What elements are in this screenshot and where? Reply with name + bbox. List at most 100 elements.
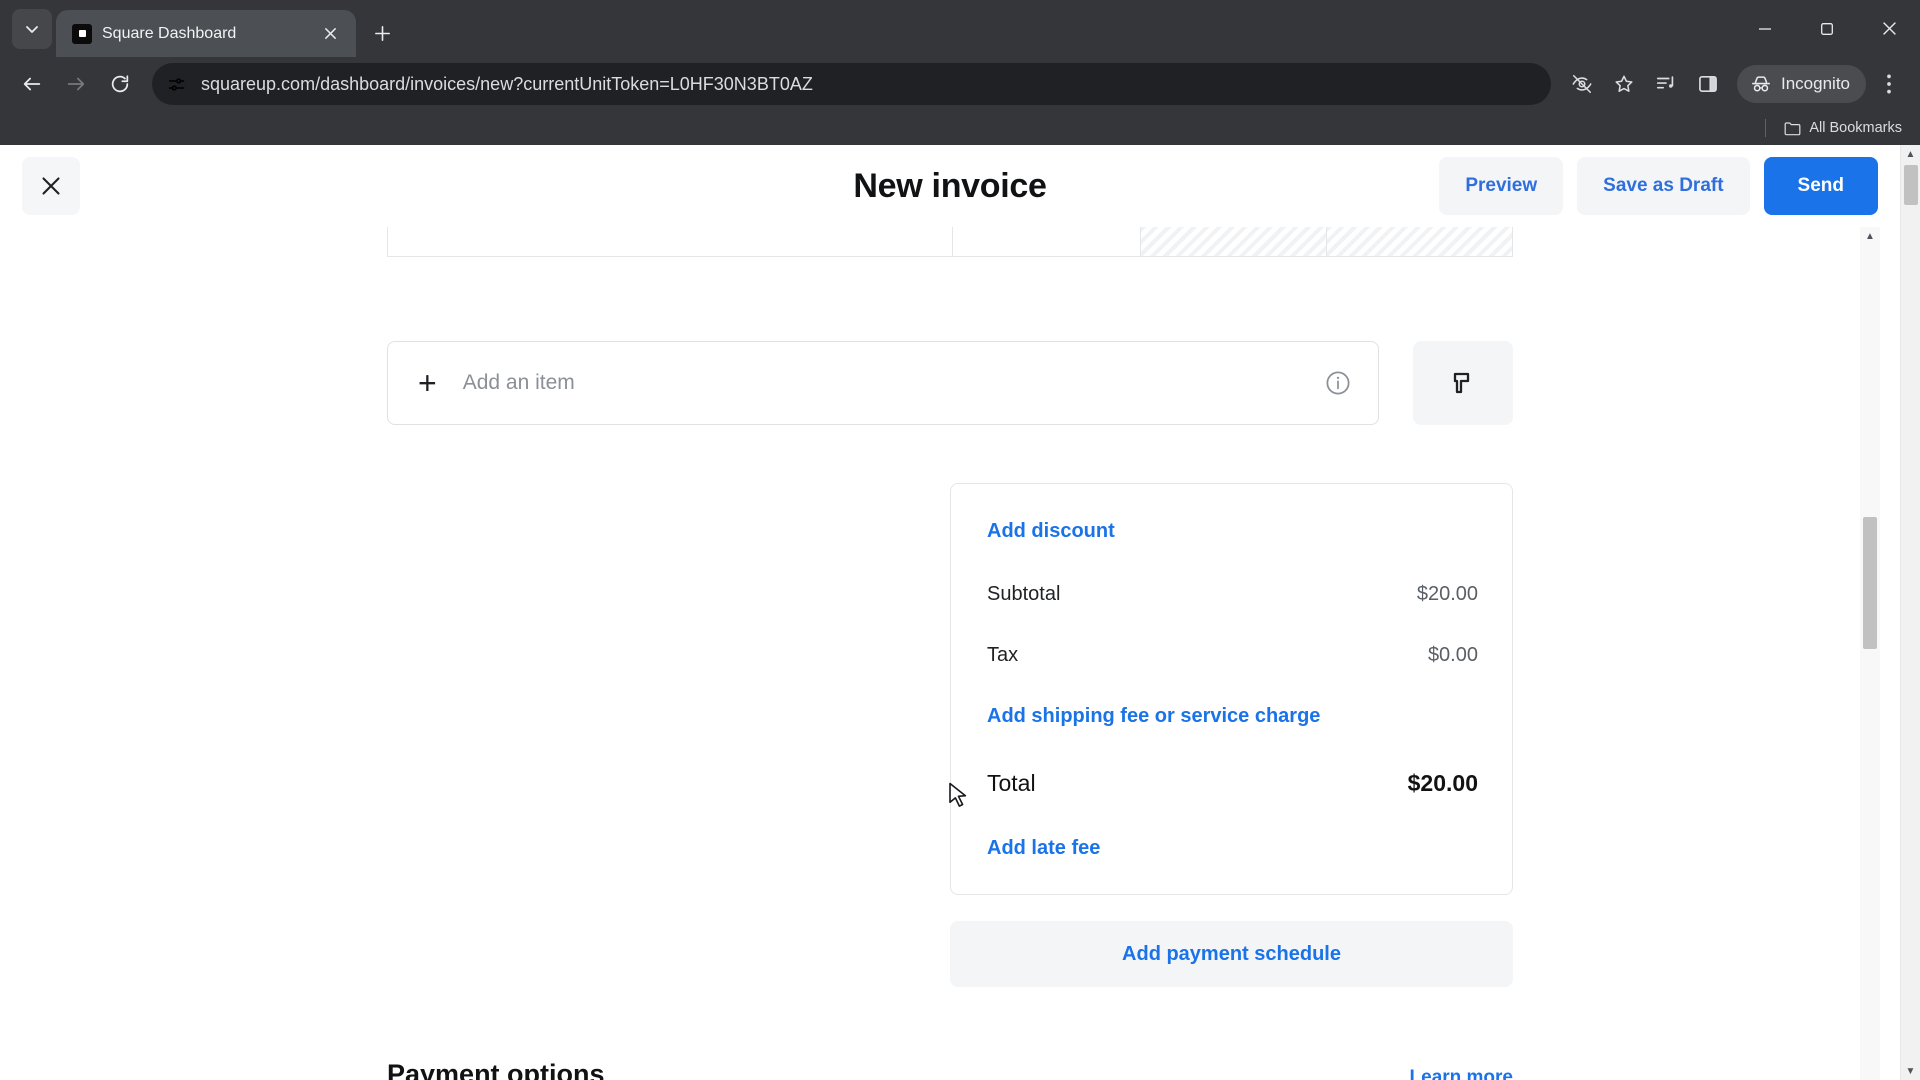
window-close-button[interactable] (1858, 0, 1920, 57)
table-cell-price-disabled (1141, 227, 1327, 256)
add-late-fee-link[interactable]: Add late fee (987, 837, 1100, 860)
inner-scrollbar-thumb[interactable] (1863, 517, 1877, 649)
tab-close-button[interactable] (316, 20, 344, 48)
summary-row-total: Total $20.00 (987, 770, 1478, 797)
scroll-up-arrow[interactable]: ▲ (1901, 145, 1920, 163)
maximize-icon (1821, 22, 1833, 35)
plus-icon (374, 25, 390, 41)
browser-tab[interactable]: Square Dashboard (56, 10, 356, 57)
table-cell-item (388, 227, 953, 256)
tax-label: Tax (987, 644, 1019, 666)
incognito-label: Incognito (1781, 74, 1850, 93)
close-icon (1882, 22, 1896, 35)
address-bar-url: squareup.com/dashboard/invoices/new?curr… (201, 73, 813, 94)
payment-options-learn-more-link[interactable]: Learn more (1410, 1067, 1513, 1080)
browser-menu-button[interactable] (1870, 65, 1908, 103)
tracking-protection-icon[interactable] (1563, 65, 1601, 103)
folder-icon (1784, 121, 1801, 135)
incognito-hat-icon (1752, 76, 1770, 92)
barcode-scanner-icon (1453, 372, 1470, 394)
invoice-scroll-area[interactable]: + Add an item Add discount Subtotal $20.… (0, 227, 1900, 1080)
plus-icon: + (418, 365, 437, 401)
new-tab-button[interactable] (368, 19, 396, 47)
media-hub-button[interactable] (1647, 65, 1685, 103)
arrow-left-icon (23, 77, 41, 91)
eye-off-icon (1572, 74, 1592, 94)
table-cell-amount-disabled (1327, 227, 1512, 256)
table-cell-quantity (953, 227, 1141, 256)
preview-button[interactable]: Preview (1439, 157, 1564, 215)
arrow-right-icon (67, 77, 85, 91)
page-settings-icon[interactable] (166, 74, 187, 95)
payment-options-title: Payment options (387, 1059, 605, 1080)
x-icon (42, 177, 60, 195)
side-panel-button[interactable] (1689, 65, 1727, 103)
add-item-field[interactable]: + Add an item (387, 341, 1379, 425)
subtotal-value: $20.00 (1416, 583, 1478, 605)
send-button[interactable]: Send (1763, 157, 1878, 215)
bookmark-star-button[interactable] (1605, 65, 1643, 103)
media-playlist-icon (1656, 76, 1674, 89)
all-bookmarks-label: All Bookmarks (1809, 120, 1902, 136)
info-circle-icon[interactable] (1324, 369, 1352, 397)
all-bookmarks-button[interactable]: All Bookmarks (1784, 120, 1902, 136)
tab-title: Square Dashboard (102, 24, 237, 42)
subtotal-label: Subtotal (987, 583, 1061, 605)
window-controls (1734, 0, 1920, 57)
reload-button[interactable] (100, 64, 140, 104)
scroll-down-arrow[interactable]: ▼ (1901, 1062, 1920, 1080)
invoice-content: + Add an item Add discount Subtotal $20.… (0, 227, 1900, 1080)
summary-row-tax: Tax $0.00 (987, 644, 1478, 667)
line-items-table-partial (387, 227, 1513, 257)
browser-toolbar: squareup.com/dashboard/invoices/new?curr… (0, 57, 1920, 111)
square-invoice-page: New invoice Preview Save as Draft Send +… (0, 145, 1900, 1080)
summary-row-subtotal: Subtotal $20.00 (987, 583, 1478, 606)
payment-schedule-wrap: Add payment schedule (387, 921, 1513, 987)
address-bar[interactable]: squareup.com/dashboard/invoices/new?curr… (152, 63, 1551, 105)
reload-icon (111, 75, 129, 93)
info-circle-icon-glyph (1326, 371, 1350, 395)
bookmarks-divider (1765, 119, 1767, 137)
browser-scrollbar[interactable]: ▲ ▼ (1900, 145, 1920, 1080)
total-value: $20.00 (1407, 770, 1478, 796)
add-discount-link[interactable]: Add discount (987, 520, 1115, 543)
add-item-row: + Add an item (387, 341, 1513, 425)
incognito-indicator[interactable]: Incognito (1737, 65, 1866, 103)
add-item-placeholder: Add an item (462, 371, 575, 394)
page-viewport: New invoice Preview Save as Draft Send +… (0, 145, 1920, 1080)
chevron-down-icon (26, 26, 38, 33)
invoice-summary-card: Add discount Subtotal $20.00 Tax $0.00 A… (950, 483, 1513, 895)
side-panel-icon (1699, 76, 1717, 92)
back-button[interactable] (12, 64, 52, 104)
window-minimize-button[interactable] (1734, 0, 1796, 57)
save-as-draft-button[interactable]: Save as Draft (1577, 157, 1750, 215)
barcode-scan-button[interactable] (1413, 341, 1513, 425)
minimize-icon (1759, 27, 1771, 30)
payment-options-section: Payment options Learn more (387, 1059, 1513, 1080)
three-dots-vertical-icon (1887, 74, 1891, 94)
window-maximize-button[interactable] (1796, 0, 1858, 57)
tab-strip: Square Dashboard (0, 0, 1920, 57)
inner-scrollbar[interactable]: ▲ (1860, 227, 1880, 1080)
tab-search-button[interactable] (12, 9, 52, 49)
tax-value: $0.00 (1427, 644, 1478, 666)
browser-window: Square Dashboard squareup.com/dashboard/… (0, 0, 1920, 1080)
add-payment-schedule-button[interactable]: Add payment schedule (950, 921, 1513, 987)
add-shipping-or-service-charge-link[interactable]: Add shipping fee or service charge (987, 705, 1320, 728)
forward-button[interactable] (56, 64, 96, 104)
invoice-summary-wrap: Add discount Subtotal $20.00 Tax $0.00 A… (387, 483, 1513, 895)
inner-scroll-up-arrow[interactable]: ▲ (1860, 227, 1880, 245)
header-actions: Preview Save as Draft Send (1439, 157, 1878, 215)
invoice-header: New invoice Preview Save as Draft Send (0, 145, 1900, 227)
browser-scrollbar-thumb[interactable] (1904, 165, 1918, 205)
total-label: Total (987, 770, 1036, 796)
square-logo-icon (72, 23, 92, 44)
close-icon (324, 28, 336, 39)
star-icon (1615, 75, 1633, 92)
close-invoice-button[interactable] (22, 157, 80, 215)
